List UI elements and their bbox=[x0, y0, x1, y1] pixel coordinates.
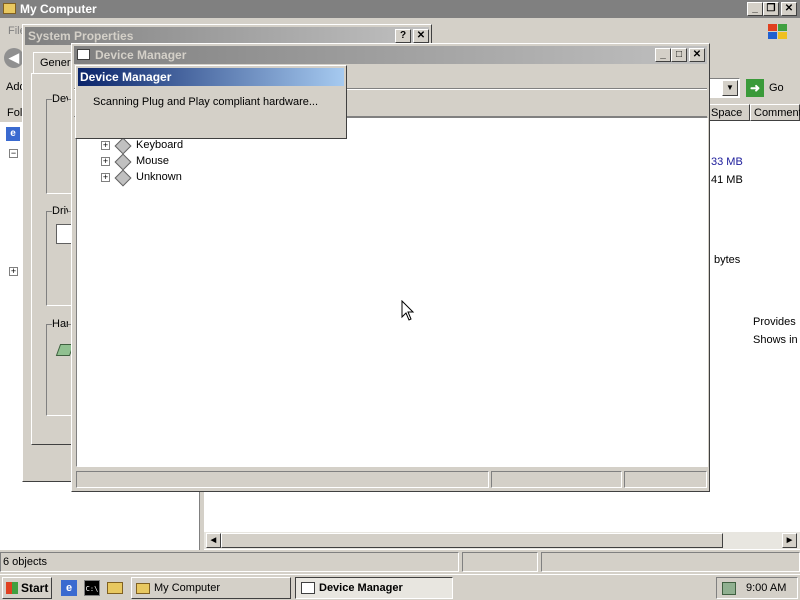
comment-text: Shows in bbox=[753, 334, 798, 346]
back-arrow-icon: ◀ bbox=[9, 50, 19, 65]
go-arrow-icon: ➜ bbox=[746, 79, 764, 97]
tree-item-label: Mouse bbox=[136, 155, 170, 167]
folders-label: Folders bbox=[7, 107, 23, 119]
go-button[interactable]: ➜ Go bbox=[746, 78, 796, 98]
close-icon: ✕ bbox=[692, 49, 702, 60]
address-dropdown-button[interactable]: ▼ bbox=[722, 80, 738, 96]
scroll-right-button[interactable]: ▶ bbox=[782, 533, 797, 548]
status-objects: 6 objects bbox=[3, 556, 48, 568]
scan-message: Scanning Plug and Play compliant hardwar… bbox=[93, 96, 319, 108]
close-icon: ✕ bbox=[416, 30, 426, 41]
task-button-device-manager[interactable]: Device Manager bbox=[295, 577, 453, 599]
tree-item-unknown[interactable]: + Unknown bbox=[101, 169, 221, 187]
status-pane-main: 6 objects bbox=[0, 552, 459, 572]
maximize-icon: □ bbox=[675, 49, 683, 60]
ie-icon: e bbox=[6, 127, 20, 141]
tree-item-keyboard[interactable]: + Keyboard bbox=[101, 137, 221, 155]
scan-dialog-title: Device Manager bbox=[80, 70, 172, 84]
column-space-label: Space bbox=[711, 107, 743, 119]
ie-quicklaunch-icon[interactable]: e bbox=[61, 580, 77, 596]
minimize-icon: _ bbox=[660, 49, 666, 60]
size-bytes-text: bytes bbox=[714, 254, 741, 266]
close-button[interactable]: ✕ bbox=[689, 48, 705, 62]
group-drivers-label: Drivers bbox=[52, 205, 68, 217]
device-category-icon bbox=[114, 137, 132, 155]
drivers-icon bbox=[56, 224, 72, 244]
close-icon: ✕ bbox=[784, 3, 794, 14]
clock[interactable]: 9:00 AM bbox=[746, 582, 786, 594]
maximize-button[interactable]: □ bbox=[671, 48, 687, 62]
help-button[interactable]: ? bbox=[395, 29, 411, 43]
status-pane bbox=[624, 471, 707, 488]
scroll-left-icon: ◀ bbox=[210, 537, 217, 544]
folder-icon bbox=[136, 583, 150, 594]
explorer-title: My Computer bbox=[20, 2, 97, 16]
group-device-label: Device Manager bbox=[52, 93, 68, 105]
explorer-titlebar[interactable]: My Computer _ ❐ ✕ bbox=[0, 0, 800, 18]
mouse-cursor-icon bbox=[401, 300, 415, 321]
task-label: My Computer bbox=[154, 582, 221, 594]
column-header-comment[interactable]: Comment bbox=[750, 104, 800, 121]
windows-flag-icon bbox=[6, 582, 18, 594]
tree-item-label: Unknown bbox=[136, 171, 182, 183]
minimize-button[interactable]: _ bbox=[747, 2, 763, 16]
start-label: Start bbox=[21, 581, 49, 595]
status-pane bbox=[491, 471, 622, 488]
chevron-down-icon: ▼ bbox=[726, 83, 734, 92]
windows-logo-icon bbox=[766, 22, 790, 42]
go-label: Go bbox=[769, 82, 784, 94]
command-prompt-icon[interactable]: C:\ bbox=[84, 580, 100, 596]
tree-item-label: Keyboard bbox=[136, 139, 184, 151]
computer-icon bbox=[3, 3, 16, 14]
taskbar: Start e C:\ My Computer Device Manager 9… bbox=[0, 574, 800, 600]
tree-expand-icon[interactable]: + bbox=[9, 267, 18, 276]
expand-icon[interactable]: + bbox=[101, 157, 110, 166]
device-manager-title: Device Manager bbox=[95, 48, 187, 62]
task-label: Device Manager bbox=[319, 582, 403, 594]
minimize-button[interactable]: _ bbox=[655, 48, 671, 62]
expand-icon[interactable]: + bbox=[101, 141, 110, 150]
horizontal-scrollbar[interactable]: ◀ ▶ bbox=[204, 532, 800, 549]
expand-icon[interactable]: + bbox=[101, 173, 110, 182]
status-pane bbox=[76, 471, 489, 488]
scan-dialog: Device Manager Scanning Plug and Play co… bbox=[75, 65, 347, 139]
device-tree: + Keyboard + Mouse + Unknown bbox=[76, 117, 708, 467]
minimize-icon: _ bbox=[752, 3, 758, 14]
free-space-value: 33 MB bbox=[711, 156, 743, 168]
scroll-thumb[interactable] bbox=[221, 533, 723, 548]
device-manager-icon bbox=[77, 49, 90, 60]
status-pane bbox=[462, 552, 538, 572]
scan-dialog-titlebar[interactable]: Device Manager bbox=[78, 68, 344, 86]
device-manager-icon bbox=[301, 582, 315, 594]
explorer-status-bar: 6 objects bbox=[0, 552, 800, 572]
column-header-space[interactable]: Space bbox=[706, 104, 750, 121]
restore-button[interactable]: ❐ bbox=[763, 2, 779, 16]
tree-collapse-icon[interactable]: − bbox=[9, 149, 18, 158]
back-button[interactable]: ◀ bbox=[4, 48, 24, 68]
scroll-left-button[interactable]: ◀ bbox=[206, 533, 221, 548]
close-button[interactable]: ✕ bbox=[413, 29, 429, 43]
status-pane bbox=[541, 552, 800, 572]
column-comment-label: Comment bbox=[754, 107, 800, 119]
comment-text: Provides bbox=[753, 316, 796, 328]
free-space-value: 41 MB bbox=[711, 174, 743, 186]
scroll-right-icon: ▶ bbox=[786, 537, 793, 544]
close-button[interactable]: ✕ bbox=[781, 2, 797, 16]
help-icon: ? bbox=[399, 30, 407, 41]
device-category-icon bbox=[114, 153, 132, 171]
device-category-icon bbox=[114, 169, 132, 187]
network-tray-icon[interactable] bbox=[722, 582, 736, 595]
group-hardware-label: Hardware Profiles bbox=[52, 318, 68, 330]
task-button-my-computer[interactable]: My Computer bbox=[131, 577, 291, 599]
system-properties-title: System Properties bbox=[28, 29, 134, 43]
restore-icon: ❐ bbox=[766, 3, 776, 14]
device-manager-status-bar bbox=[74, 469, 707, 489]
tree-item-mouse[interactable]: + Mouse bbox=[101, 153, 221, 171]
folder-quicklaunch-icon[interactable] bbox=[107, 582, 123, 594]
start-button[interactable]: Start bbox=[2, 577, 52, 599]
system-tray: 9:00 AM bbox=[716, 577, 798, 599]
device-manager-titlebar[interactable]: Device Manager _ □ ✕ bbox=[74, 46, 707, 64]
